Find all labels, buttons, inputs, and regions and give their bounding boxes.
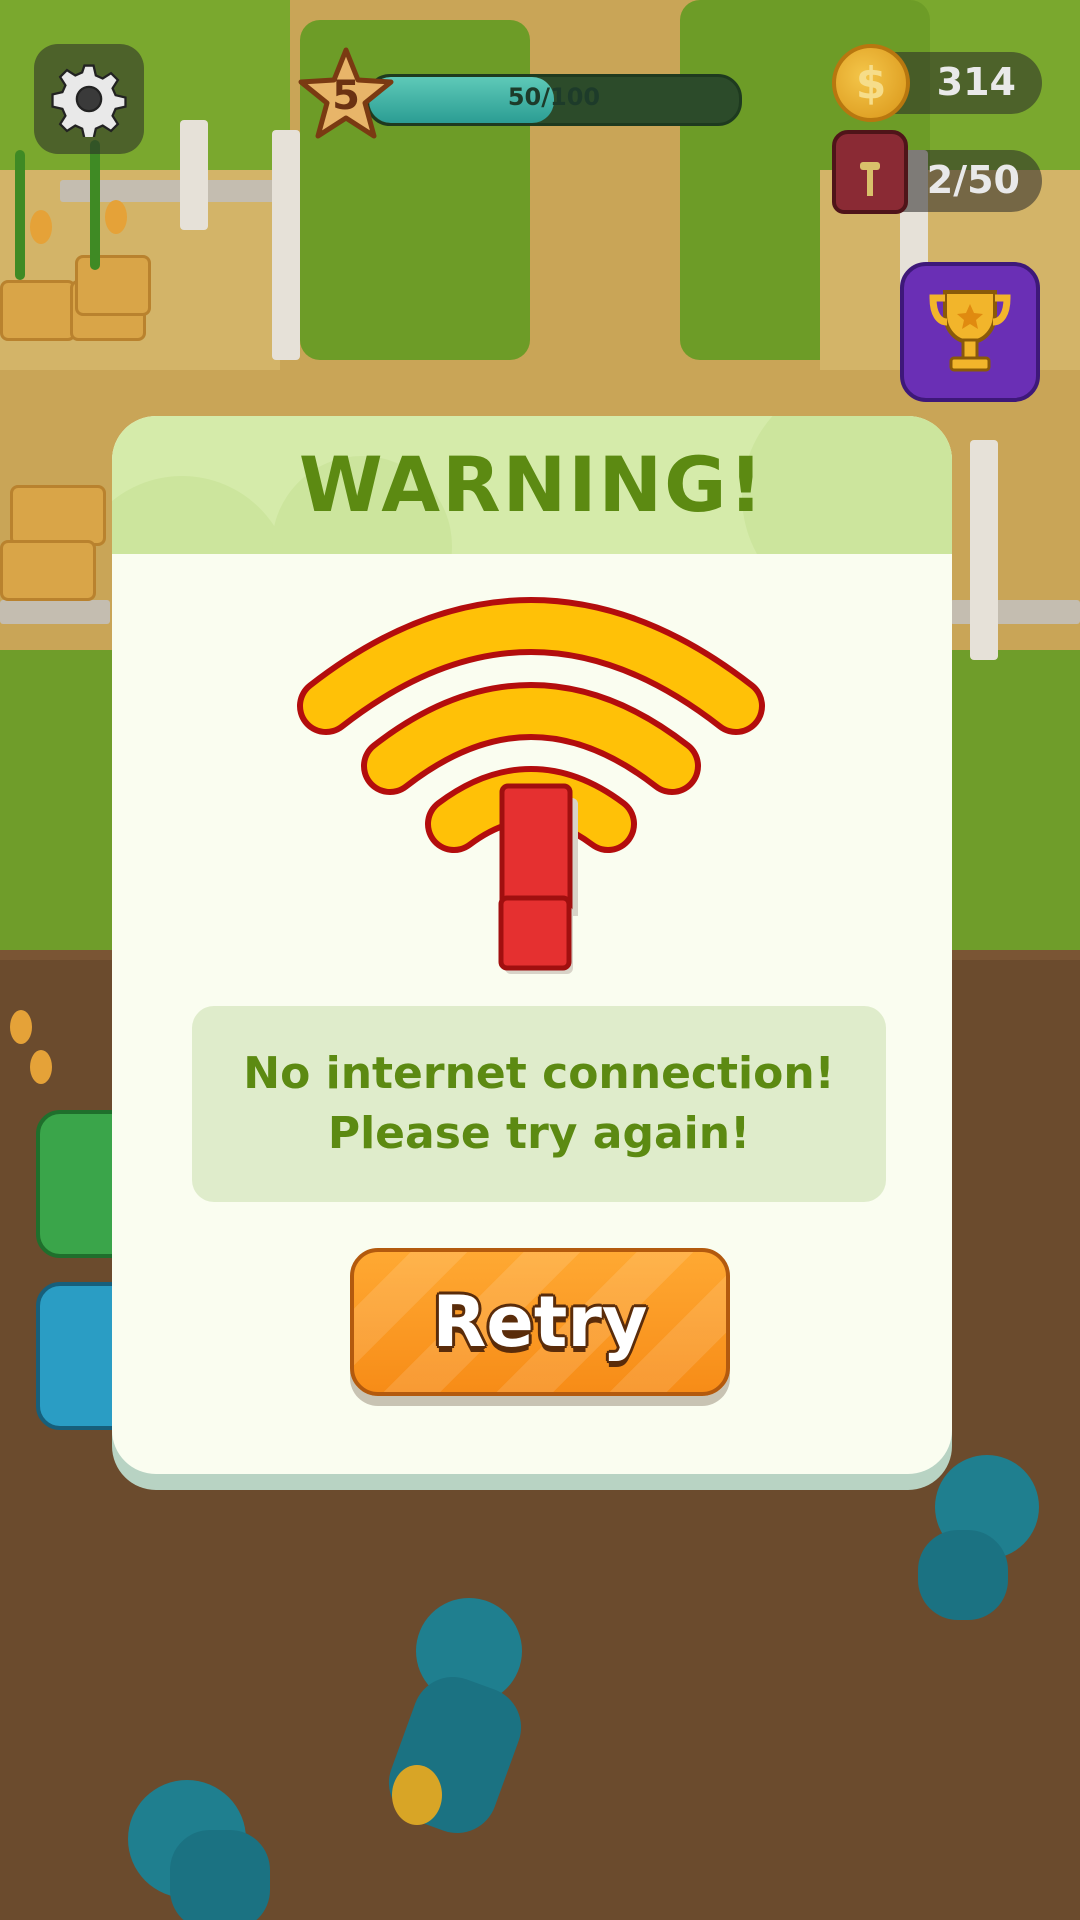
retry-button[interactable]: Retry	[350, 1248, 730, 1396]
message-box: No internet connection! Please try again…	[192, 1006, 886, 1202]
coin-icon: $	[832, 44, 910, 122]
coin-value: 314	[936, 60, 1016, 104]
corn-cob	[10, 1010, 32, 1044]
gear-icon	[51, 64, 127, 137]
settings-button[interactable]	[34, 44, 144, 154]
dialog-title: WARNING!	[298, 440, 766, 529]
corn-cob	[30, 1050, 52, 1084]
crop-tile	[75, 255, 151, 316]
corn-cob	[392, 1765, 442, 1825]
fence-post	[272, 130, 300, 360]
crop-tile	[10, 485, 106, 546]
retry-label: Retry	[432, 1281, 648, 1363]
inventory-value: 2/50	[926, 158, 1020, 202]
corn-plant	[15, 150, 25, 280]
message-line-1: No internet connection!	[243, 1048, 835, 1099]
worker-body	[918, 1530, 1008, 1620]
worker-body	[170, 1830, 270, 1920]
xp-bar: 50/100	[366, 74, 742, 126]
no-wifi-warning-icon	[297, 597, 765, 916]
trophy-icon	[929, 290, 1011, 372]
crop-tile	[0, 540, 96, 601]
dialog-header: WARNING!	[112, 416, 952, 554]
fence	[0, 600, 110, 624]
corn-plant	[90, 140, 100, 270]
exclamation-dot	[498, 895, 573, 974]
fence-post	[970, 440, 998, 660]
message-line-2: Please try again!	[327, 1108, 751, 1159]
crop-tile	[0, 280, 76, 341]
corn-cob	[30, 210, 52, 244]
corn-cob	[105, 200, 127, 234]
level-number: 5	[332, 73, 360, 119]
xp-text: 50/100	[507, 83, 601, 111]
backpack-icon	[832, 130, 908, 214]
warning-dialog: WARNING! No internet connection! Please …	[112, 416, 952, 1474]
level-progress: 50/100 5	[296, 46, 746, 146]
leaderboard-button[interactable]	[900, 262, 1040, 402]
fence-post	[180, 120, 208, 230]
